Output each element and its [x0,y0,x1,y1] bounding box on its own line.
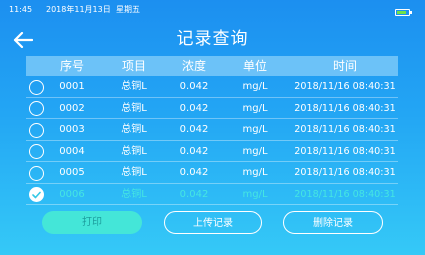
record-table: 序号 项目 浓度 单位 时间 0001 总铜L 0.042 mg/L 2018/11/1… [26,56,398,205]
delete-records-button[interactable]: 删除记录 [283,211,383,234]
cell-time: 2018/11/16 08:40:31 [294,124,396,135]
cell-number: 0001 [59,81,85,92]
column-header-item: 项目 [121,59,146,73]
table-body: 0001 总铜L 0.042 mg/L 2018/11/16 08:40:31 0002 总… [26,76,398,205]
cell-item: 总铜L [121,188,147,200]
status-weekday: 星期五 [116,5,140,14]
status-bar: 11:45 2018年11月13日 星期五 [0,0,425,22]
row-checkbox[interactable] [29,101,44,116]
table-row[interactable]: 0002 总铜L 0.042 mg/L 2018/11/16 08:40:31 [26,98,398,119]
status-date: 2018年11月13日 [46,5,111,14]
cell-number: 0006 [59,188,85,200]
cell-unit: mg/L [242,167,268,178]
cell-unit: mg/L [242,145,268,157]
cell-number: 0004 [59,145,85,157]
battery-tip [410,11,412,14]
row-checkbox[interactable] [29,165,44,181]
battery-icon [395,9,410,16]
cell-concentration: 0.042 [179,124,209,135]
cell-time: 2018/11/16 08:40:31 [294,102,396,114]
column-header-concentration: 浓度 [181,59,206,73]
row-checkbox[interactable] [29,79,44,95]
print-button[interactable]: 打印 [42,211,142,234]
table-row[interactable]: 0005 总铜L 0.042 mg/L 2018/11/16 08:40:31 [26,162,398,184]
cell-concentration: 0.042 [179,145,209,157]
table-row[interactable]: 0001 总铜L 0.042 mg/L 2018/11/16 08:40:31 [26,76,398,98]
table-row[interactable]: 0003 总铜L 0.042 mg/L 2018/11/16 08:40:31 [26,119,398,141]
cell-time: 2018/11/16 08:40:31 [294,167,396,178]
column-header-number: 序号 [59,59,84,73]
row-checkbox-checked[interactable] [29,187,44,202]
cell-number: 0005 [59,167,85,178]
cell-unit: mg/L [242,81,268,92]
upload-records-button[interactable]: 上传记录 [164,211,262,234]
record-query-screen: 11:45 2018年11月13日 星期五 记录查询 序号 项目 浓度 单位 时… [0,0,425,255]
cell-time: 2018/11/16 08:40:31 [294,188,396,200]
cell-time: 2018/11/16 08:40:31 [294,81,396,92]
cell-concentration: 0.042 [179,81,209,92]
cell-concentration: 0.042 [179,102,209,114]
cell-unit: mg/L [242,124,268,135]
cell-concentration: 0.042 [179,188,209,200]
check-icon [32,191,41,198]
cell-unit: mg/L [242,188,268,200]
cell-number: 0003 [59,124,85,135]
row-checkbox[interactable] [29,122,44,138]
cell-time: 2018/11/16 08:40:31 [294,145,396,157]
cell-item: 总铜L [121,102,147,114]
column-header-unit: 单位 [242,59,267,73]
table-row[interactable]: 0006 总铜L 0.042 mg/L 2018/11/16 08:40:31 [26,184,398,205]
cell-item: 总铜L [121,81,147,92]
cell-number: 0002 [59,102,85,114]
column-header-time: 时间 [332,59,357,73]
table-header: 序号 项目 浓度 单位 时间 [26,56,398,76]
row-checkbox[interactable] [29,144,44,159]
cell-concentration: 0.042 [179,167,209,178]
table-row[interactable]: 0004 总铜L 0.042 mg/L 2018/11/16 08:40:31 [26,141,398,162]
cell-item: 总铜L [121,167,147,178]
cell-item: 总铜L [121,124,147,135]
battery-level [397,11,407,14]
cell-item: 总铜L [121,145,147,157]
status-time: 11:45 [9,5,33,14]
page-title: 记录查询 [176,29,249,49]
cell-unit: mg/L [242,102,268,114]
